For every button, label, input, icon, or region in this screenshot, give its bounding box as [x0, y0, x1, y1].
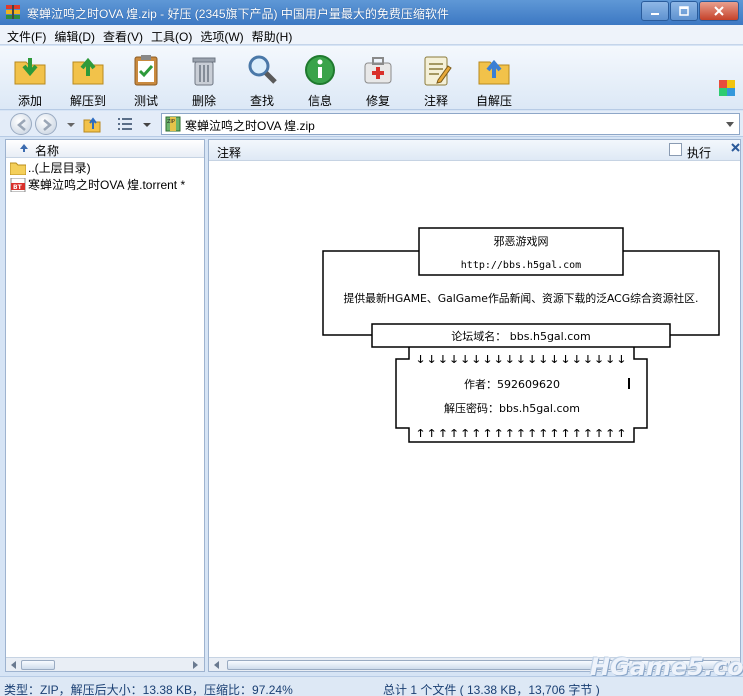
comment-content: 邪恶游戏网 http://bbs.h5gal.com 提供最新HGAME、Gal…	[209, 162, 740, 657]
site-description: 提供最新HGAME、GalGame作品新闻、资源下载的泛ACG综合资源社区.	[344, 291, 699, 305]
svg-text:BT: BT	[13, 184, 23, 191]
menu-tools[interactable]: 工具(O)	[148, 25, 197, 44]
comment-header-label: 注释	[217, 146, 242, 160]
menu-edit[interactable]: 编辑(D)	[51, 25, 100, 44]
password-line: 解压密码：bbs.h5gal.com	[444, 401, 580, 415]
title-bar: 寒蝉泣鸣之时OVA 煌.zip - 好压 (2345旗下产品) 中国用户量最大的…	[0, 0, 743, 25]
comment-panel: 注释 执行 邪恶游戏网 http://bbs.h5gal.com 提供最新HGA…	[208, 139, 741, 672]
minimize-button[interactable]	[641, 1, 669, 21]
find-label: 查找	[249, 94, 274, 108]
comment-ascii-art: 邪恶游戏网 http://bbs.h5gal.com 提供最新HGAME、Gal…	[322, 227, 720, 443]
sfx-label: 自解压	[475, 94, 512, 108]
comment-note-icon	[424, 56, 452, 86]
skin-icon[interactable]	[719, 80, 735, 96]
path-text: 寒蝉泣鸣之时OVA 煌.zip	[185, 119, 315, 133]
window-controls	[641, 1, 739, 21]
menu-help[interactable]: 帮助(H)	[249, 25, 298, 44]
sfx-button[interactable]: 自解压	[468, 50, 520, 108]
site-name: 邪恶游戏网	[494, 235, 549, 248]
menu-options[interactable]: 选项(W)	[197, 25, 248, 44]
extract-to-icon	[72, 57, 104, 85]
wrap-checkbox[interactable]	[669, 143, 682, 156]
arrows-up: ↑↑↑↑↑↑↑↑↑↑↑↑↑↑↑↑↑↑↑	[415, 427, 627, 440]
back-arrow-icon	[17, 119, 26, 131]
close-button[interactable]	[699, 1, 739, 21]
self-extract-icon	[478, 59, 510, 85]
menu-view[interactable]: 查看(V)	[100, 25, 148, 44]
menu-bar: 文件(F) 编辑(D) 查看(V) 工具(O) 选项(W) 帮助(H)	[0, 25, 743, 45]
forward-button[interactable]	[35, 113, 57, 135]
arrows-down: ↓↓↓↓↓↓↓↓↓↓↓↓↓↓↓↓↓↓↓	[415, 353, 627, 366]
list-item-torrent[interactable]: BT 寒蝉泣鸣之时OVA 煌.torrent *	[10, 176, 185, 193]
comment-label: 注释	[423, 94, 448, 108]
test-clipboard-icon	[134, 55, 158, 86]
scroll-left-icon[interactable]	[212, 660, 222, 670]
scroll-left-icon[interactable]	[9, 660, 19, 670]
haozip-app-icon	[6, 5, 20, 19]
history-dropdown-icon[interactable]	[62, 115, 80, 133]
address-bar: ZIP 寒蝉泣鸣之时OVA 煌.zip	[0, 111, 743, 137]
info-icon	[305, 55, 335, 85]
extract-to-label: 解压到	[69, 94, 106, 108]
magnifier-icon	[248, 55, 277, 84]
toolbar: 添加 解压到 测试 删除 查找 信息 修复 注释 自解压	[0, 46, 743, 110]
find-button[interactable]: 查找	[236, 50, 288, 108]
delete-button[interactable]: 删除	[178, 50, 230, 108]
window-title: 寒蝉泣鸣之时OVA 煌.zip - 好压 (2345旗下产品) 中国用户量最大的…	[27, 7, 449, 21]
repair-button[interactable]: 修复	[352, 50, 404, 108]
repair-label: 修复	[365, 94, 390, 108]
sort-ascending-icon	[20, 144, 28, 152]
wrap-label: 执行	[687, 146, 712, 160]
path-field[interactable]: ZIP 寒蝉泣鸣之时OVA 煌.zip	[161, 113, 740, 135]
view-dropdown-icon[interactable]	[138, 115, 156, 133]
forward-arrow-icon	[43, 119, 52, 131]
maximize-button[interactable]	[670, 1, 698, 21]
info-label: 信息	[307, 94, 332, 108]
list-item-label: ..(上层目录)	[28, 161, 91, 175]
add-archive-icon	[14, 58, 46, 85]
svg-text:ZIP: ZIP	[167, 119, 175, 125]
test-label: 测试	[133, 94, 158, 108]
left-scroll-thumb[interactable]	[21, 660, 55, 670]
menu-file[interactable]: 文件(F)	[4, 25, 51, 44]
delete-label: 删除	[191, 94, 216, 108]
name-column-header[interactable]: 名称	[6, 140, 204, 158]
minimize-icon	[651, 13, 659, 15]
close-icon	[714, 6, 724, 16]
scroll-right-icon[interactable]	[190, 660, 200, 670]
up-folder-icon[interactable]	[83, 115, 101, 133]
torrent-file-icon: BT	[10, 177, 26, 192]
list-item-parent-dir[interactable]: ..(上层目录)	[10, 159, 91, 176]
view-mode-icon[interactable]	[116, 115, 134, 133]
back-button[interactable]	[10, 113, 32, 135]
file-list-panel: 名称 ..(上层目录) BT 寒蝉泣鸣之时OVA 煌.torrent *	[5, 139, 205, 672]
info-button[interactable]: 信息	[294, 50, 346, 108]
comment-header: 注释 执行	[209, 140, 740, 161]
author-line: 作者：592609620	[464, 378, 560, 391]
close-comment-icon[interactable]	[731, 143, 740, 152]
status-bar: 类型：ZIP，解压后大小：13.38 KB，压缩比：97.24% 总计 1 个文…	[0, 676, 743, 696]
list-item-label: 寒蝉泣鸣之时OVA 煌.torrent *	[28, 178, 186, 192]
add-label: 添加	[17, 94, 42, 108]
repair-kit-icon	[364, 57, 392, 84]
archive-info-status: 类型：ZIP，解压后大小：13.38 KB，压缩比：97.24%	[4, 683, 293, 696]
zip-file-icon: ZIP	[165, 116, 181, 132]
left-horizontal-scrollbar[interactable]	[6, 657, 204, 671]
maximize-icon	[679, 6, 689, 16]
site-url: http://bbs.h5gal.com	[461, 260, 581, 271]
file-total-status: 总计 1 个文件 ( 13.38 KB，13,706 字节 )	[383, 683, 600, 696]
test-button[interactable]: 测试	[120, 50, 172, 108]
trash-icon	[192, 57, 216, 86]
add-button[interactable]: 添加	[4, 50, 56, 108]
extract-to-button[interactable]: 解压到	[62, 50, 114, 108]
forum-domain: 论坛域名： bbs.h5gal.com	[451, 329, 590, 343]
path-dropdown-icon[interactable]	[725, 121, 735, 129]
name-column-label: 名称	[35, 144, 60, 158]
comment-button[interactable]: 注释	[410, 50, 462, 108]
folder-icon	[10, 162, 26, 175]
